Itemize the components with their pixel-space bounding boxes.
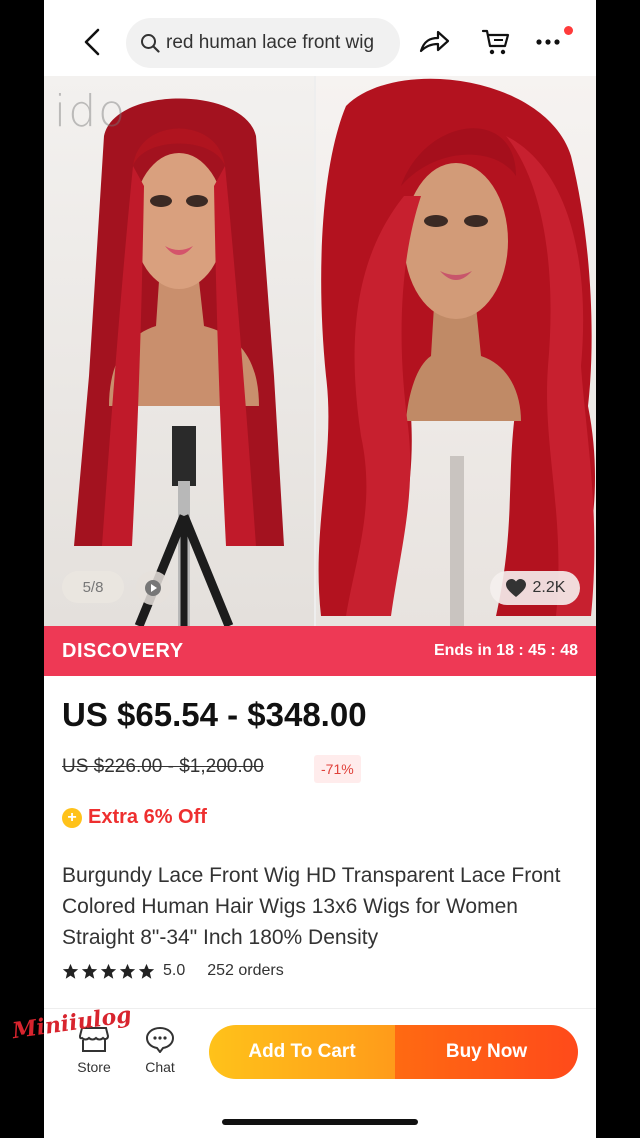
product-photo-wavy[interactable] — [316, 76, 596, 626]
image-gallery[interactable]: ido 5/8 2.2K — [44, 76, 596, 626]
original-price: US $226.00 - $1,200.00 — [62, 756, 264, 777]
price: US $65.54 - $348.00 — [62, 696, 367, 733]
product-photo-straight[interactable]: ido — [44, 76, 314, 626]
chat-icon — [145, 1026, 175, 1053]
chat-button[interactable]: Chat — [130, 1025, 190, 1075]
image-counter: 5/8 — [62, 571, 124, 603]
discovery-banner: DISCOVERY Ends in 18 : 45 : 48 — [44, 626, 596, 676]
search-input[interactable]: red human lace front wig — [126, 18, 400, 68]
wig-wavy-illustration — [318, 78, 596, 626]
promo-title: DISCOVERY — [62, 639, 184, 662]
play-icon — [145, 580, 161, 596]
promo-countdown: Ends in 18 : 45 : 48 — [433, 642, 578, 659]
star-icon — [138, 963, 155, 979]
discount-badge: -71% — [314, 755, 361, 783]
play-video-button[interactable] — [136, 571, 170, 605]
add-to-cart-button[interactable]: Add To Cart — [209, 1025, 395, 1079]
rating-value: 5.0 — [163, 962, 186, 979]
search-query: red human lace front wig — [166, 32, 375, 53]
rating-row[interactable]: 5.0 252 orders — [62, 962, 284, 980]
share-icon — [419, 30, 450, 53]
top-bar: red human lace front wig — [44, 0, 596, 76]
star-icon — [100, 963, 117, 979]
cart-button[interactable] — [476, 22, 516, 62]
heart-icon — [505, 579, 526, 597]
wishlist-button[interactable]: 2.2K — [490, 571, 580, 605]
orders-count: 252 orders — [207, 962, 284, 979]
brand-logo-watermark: ido — [54, 86, 128, 137]
chat-label: Chat — [145, 1059, 175, 1075]
star-icon — [119, 963, 136, 979]
wig-straight-illustration — [74, 98, 284, 626]
back-icon — [84, 28, 100, 56]
store-label: Store — [77, 1059, 111, 1075]
more-icon — [536, 39, 560, 45]
cart-icon — [481, 29, 510, 55]
likes-count: 2.2K — [532, 579, 566, 596]
extra-offer-label: Extra 6% Off — [88, 806, 207, 828]
product-page: red human lace front wig ido 5/8 2.2K DI… — [44, 0, 596, 1138]
star-icon — [62, 963, 79, 979]
star-icon — [81, 963, 98, 979]
search-icon — [141, 34, 160, 53]
extra-offer[interactable]: + Extra 6% Off — [62, 806, 207, 829]
coin-icon: + — [62, 807, 82, 828]
back-button[interactable] — [72, 22, 112, 62]
buy-now-button[interactable]: Buy Now — [395, 1025, 578, 1079]
share-button[interactable] — [414, 22, 454, 62]
notification-dot — [564, 26, 573, 35]
more-button[interactable] — [528, 22, 568, 62]
product-title: Burgundy Lace Front Wig HD Transparent L… — [62, 864, 561, 949]
star-rating — [62, 963, 155, 980]
home-indicator — [222, 1119, 418, 1125]
